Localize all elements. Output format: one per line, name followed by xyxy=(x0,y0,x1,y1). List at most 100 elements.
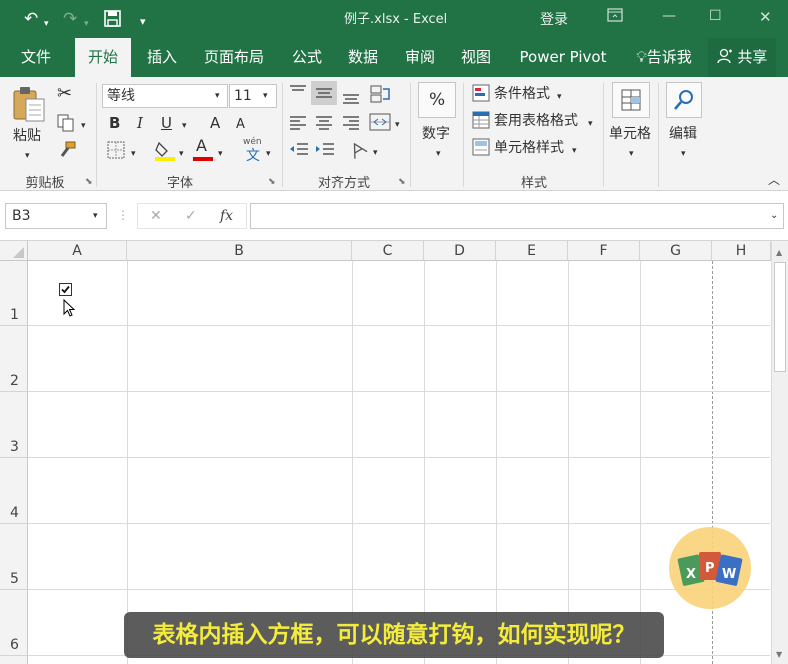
column-header-b[interactable]: B xyxy=(127,241,352,261)
maximize-icon[interactable]: ☐ xyxy=(709,8,722,24)
phonetic-top[interactable]: wén xyxy=(243,137,262,147)
orientation-icon[interactable] xyxy=(369,83,391,109)
paste-dropdown-icon[interactable]: ▾ xyxy=(25,147,30,165)
conditional-format-icon[interactable] xyxy=(472,84,490,106)
tab-view[interactable]: 视图 xyxy=(454,38,498,77)
column-header-c[interactable]: C xyxy=(352,241,424,261)
scroll-down-icon[interactable]: ▼ xyxy=(776,646,782,664)
ribbon-display-icon[interactable] xyxy=(607,8,623,26)
close-icon[interactable]: ✕ xyxy=(759,8,772,26)
collapse-ribbon-icon[interactable]: ︿ xyxy=(768,171,780,189)
tab-home[interactable]: 开始 xyxy=(75,38,131,77)
cell-styles-label[interactable]: 单元格样式 xyxy=(494,139,564,157)
underline-button[interactable]: U xyxy=(161,114,172,132)
select-all-button[interactable] xyxy=(0,241,28,261)
copy-dropdown-icon[interactable]: ▾ xyxy=(81,117,86,135)
italic-button[interactable]: I xyxy=(137,114,143,132)
chevron-down-icon[interactable]: ▾ xyxy=(557,88,562,106)
align-left-icon[interactable] xyxy=(288,113,308,135)
formula-input[interactable]: ⌄ xyxy=(250,203,784,229)
align-right-icon[interactable] xyxy=(341,113,361,135)
column-header-a[interactable]: A xyxy=(28,241,127,261)
row-header-5[interactable]: 5 xyxy=(0,524,28,590)
grow-font-button[interactable]: A xyxy=(210,114,220,132)
chevron-down-icon[interactable]: ▾ xyxy=(588,115,593,133)
cells-icon[interactable] xyxy=(612,82,650,118)
tab-page-layout[interactable]: 页面布局 xyxy=(198,38,270,77)
format-painter-icon[interactable] xyxy=(58,141,76,164)
cells-label[interactable]: 单元格 xyxy=(609,125,651,143)
redo-icon[interactable]: ↷ xyxy=(63,9,77,29)
merge-dropdown-icon[interactable]: ▾ xyxy=(395,116,400,134)
insert-function-icon[interactable]: fx xyxy=(220,207,233,225)
middle-align-icon[interactable] xyxy=(311,81,337,105)
column-header-f[interactable]: F xyxy=(568,241,640,261)
row-header-1[interactable]: 1 xyxy=(0,261,28,326)
tell-me-button[interactable]: 💡︎告诉我 xyxy=(628,38,700,77)
font-name-select[interactable]: 等线 ▾ xyxy=(102,84,228,108)
row-header-3[interactable]: 3 xyxy=(0,392,28,458)
tab-data[interactable]: 数据 xyxy=(341,38,385,77)
enter-icon[interactable]: ✓ xyxy=(185,207,197,225)
vertical-scrollbar[interactable]: ▲ ▼ xyxy=(771,242,788,664)
undo-dropdown-icon[interactable]: ▾ xyxy=(44,14,49,34)
undo-icon[interactable]: ↶ xyxy=(24,9,38,29)
font-size-select[interactable]: 11 ▾ xyxy=(229,84,277,108)
column-header-e[interactable]: E xyxy=(496,241,568,261)
table-format-icon[interactable] xyxy=(472,111,490,133)
border-icon[interactable] xyxy=(107,141,125,164)
bold-button[interactable]: B xyxy=(109,114,120,132)
chevron-down-icon[interactable]: ▾ xyxy=(572,142,577,160)
share-button[interactable]: 共享 xyxy=(708,38,776,77)
fill-color-dropdown-icon[interactable]: ▾ xyxy=(179,145,184,163)
editing-dropdown-icon[interactable]: ▾ xyxy=(681,145,686,163)
column-header-h[interactable]: H xyxy=(712,241,771,261)
save-icon[interactable] xyxy=(104,10,121,32)
clipboard-launcher-icon[interactable]: ⬊ xyxy=(85,177,93,187)
phonetic-bottom[interactable]: 文 xyxy=(246,147,260,165)
font-color-dropdown-icon[interactable]: ▾ xyxy=(218,145,223,163)
scrollbar-thumb[interactable] xyxy=(774,262,786,372)
phonetic-dropdown-icon[interactable]: ▾ xyxy=(266,145,271,163)
tab-power-pivot[interactable]: Power Pivot xyxy=(512,38,614,77)
orientation-dropdown-icon[interactable]: ▾ xyxy=(373,144,378,162)
font-color-button[interactable]: A xyxy=(196,137,207,155)
row-header-2[interactable]: 2 xyxy=(0,326,28,392)
font-launcher-icon[interactable]: ⬊ xyxy=(268,177,276,187)
cell-styles-icon[interactable] xyxy=(472,138,490,160)
top-align-icon[interactable] xyxy=(288,83,308,105)
tab-formulas[interactable]: 公式 xyxy=(285,38,329,77)
paste-icon[interactable] xyxy=(12,85,46,127)
number-dropdown-icon[interactable]: ▾ xyxy=(436,145,441,163)
conditional-format-label[interactable]: 条件格式 xyxy=(494,85,550,103)
underline-dropdown-icon[interactable]: ▾ xyxy=(182,117,187,135)
login-link[interactable]: 登录 xyxy=(540,9,568,29)
number-label[interactable]: 数字 xyxy=(422,125,450,143)
cancel-icon[interactable]: ✕ xyxy=(150,207,162,225)
merge-center-icon[interactable] xyxy=(369,112,391,136)
chevron-down-icon[interactable]: ⌄ xyxy=(770,207,778,225)
decrease-indent-icon[interactable] xyxy=(288,140,310,164)
orientation-text-icon[interactable] xyxy=(348,140,370,164)
name-box[interactable]: B3 ▾ xyxy=(5,203,107,229)
increase-indent-icon[interactable] xyxy=(314,140,336,164)
cell-grid[interactable] xyxy=(28,261,771,664)
column-header-g[interactable]: G xyxy=(640,241,712,261)
row-header-4[interactable]: 4 xyxy=(0,458,28,524)
alignment-launcher-icon[interactable]: ⬊ xyxy=(398,177,406,187)
fill-color-icon[interactable] xyxy=(154,139,176,166)
bottom-align-icon[interactable] xyxy=(341,83,361,109)
cells-dropdown-icon[interactable]: ▾ xyxy=(629,145,634,163)
cut-icon[interactable]: ✂ xyxy=(57,85,72,103)
shrink-font-button[interactable]: A xyxy=(236,116,245,134)
table-format-label[interactable]: 套用表格格式 xyxy=(494,112,578,130)
row-header-6[interactable]: 6 xyxy=(0,590,28,656)
tab-review[interactable]: 审阅 xyxy=(398,38,442,77)
tab-file[interactable]: 文件 xyxy=(14,38,58,77)
copy-icon[interactable] xyxy=(57,114,77,137)
tab-insert[interactable]: 插入 xyxy=(140,38,184,77)
border-dropdown-icon[interactable]: ▾ xyxy=(131,145,136,163)
redo-dropdown-icon[interactable]: ▾ xyxy=(84,14,89,34)
customize-qat-icon[interactable]: ▾ xyxy=(140,12,146,32)
minimize-icon[interactable]: — xyxy=(662,8,676,24)
